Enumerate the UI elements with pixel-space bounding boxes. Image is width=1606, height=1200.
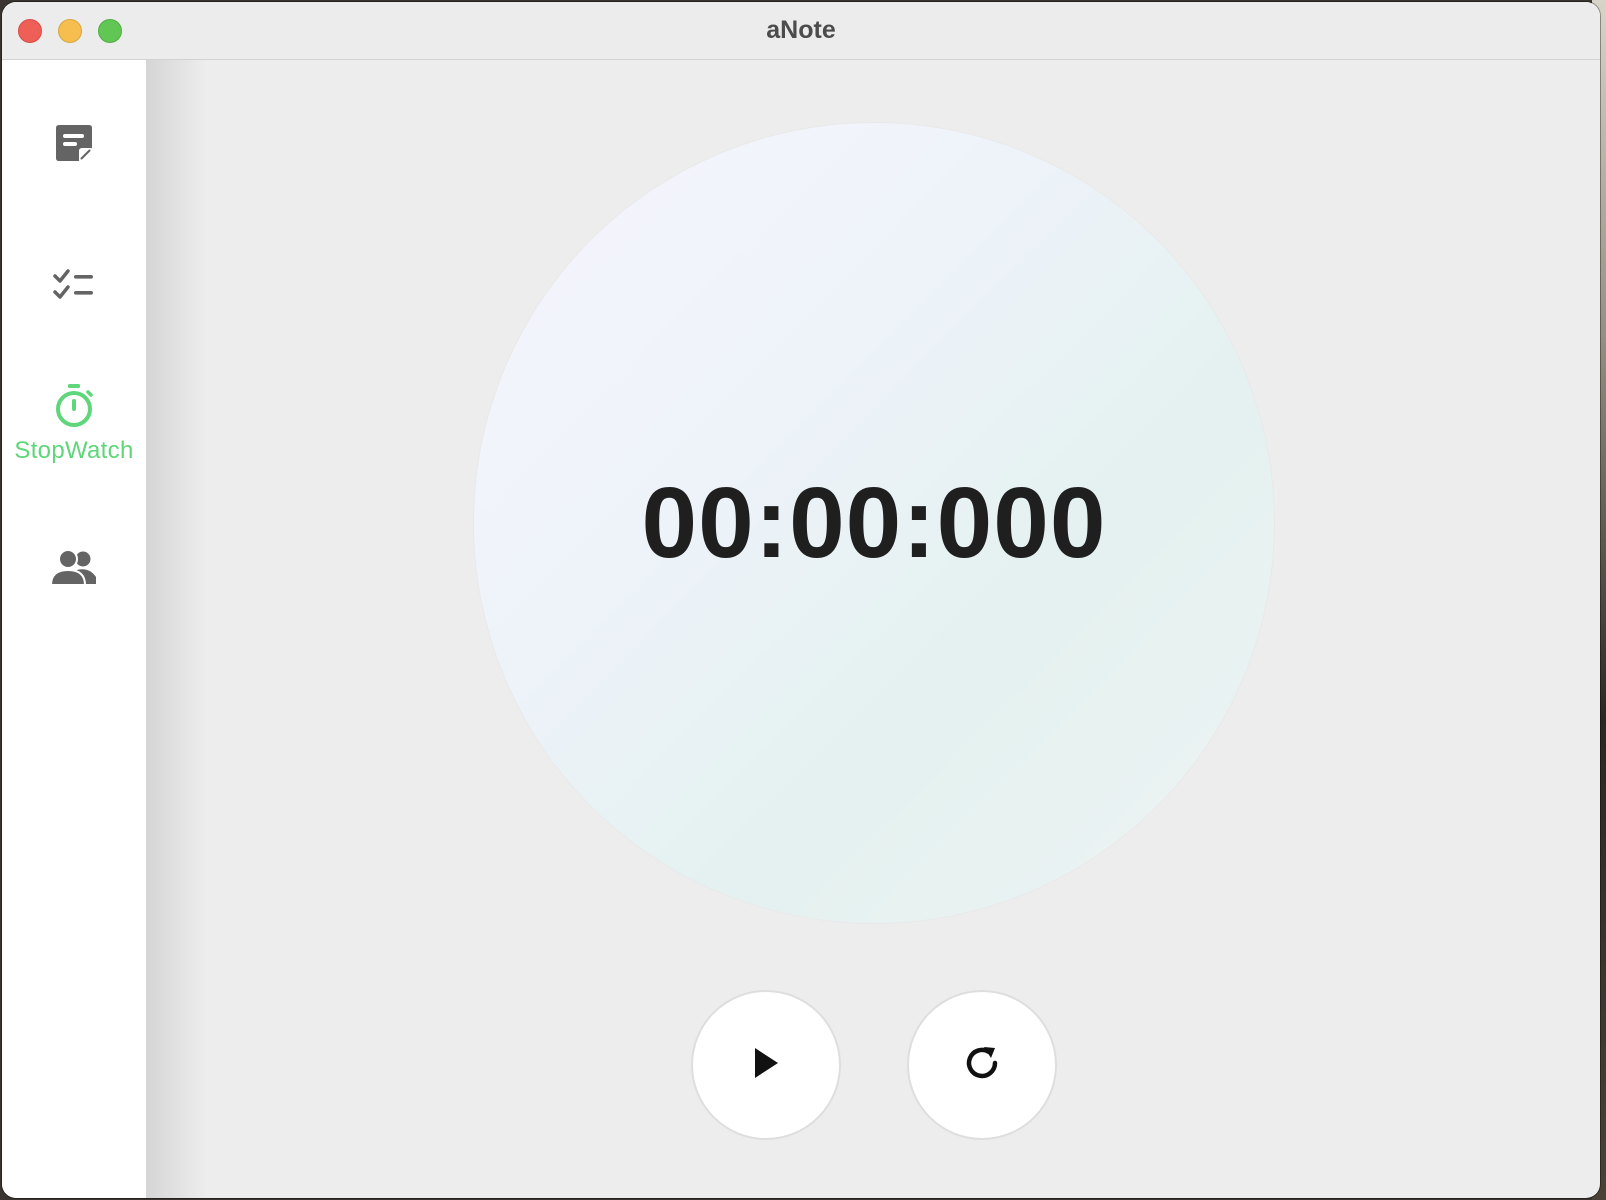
title-bar[interactable]: aNote: [2, 2, 1600, 60]
people-icon: [50, 549, 98, 589]
start-button[interactable]: [691, 990, 841, 1140]
sidebar-item-label: StopWatch: [14, 437, 134, 464]
play-icon: [751, 1046, 781, 1085]
sidebar: StopWatch: [2, 60, 146, 1198]
reset-button[interactable]: [907, 990, 1057, 1140]
note-icon: [54, 123, 94, 163]
refresh-icon: [962, 1043, 1002, 1088]
stopwatch-panel: 00:00:000: [146, 60, 1600, 1198]
sidebar-item-stopwatch[interactable]: StopWatch: [2, 383, 146, 465]
sidebar-item-todo[interactable]: [2, 267, 146, 303]
sidebar-item-contacts[interactable]: [2, 549, 146, 589]
timer-display: 00:00:000: [641, 467, 1107, 579]
checklist-icon: [52, 267, 96, 303]
app-window: aNote StopWatch 00:00:000: [2, 2, 1600, 1198]
stopwatch-dial: 00:00:000: [474, 123, 1274, 923]
sidebar-item-notes[interactable]: [2, 123, 146, 163]
stopwatch-icon: [53, 383, 95, 429]
window-title: aNote: [766, 16, 836, 44]
